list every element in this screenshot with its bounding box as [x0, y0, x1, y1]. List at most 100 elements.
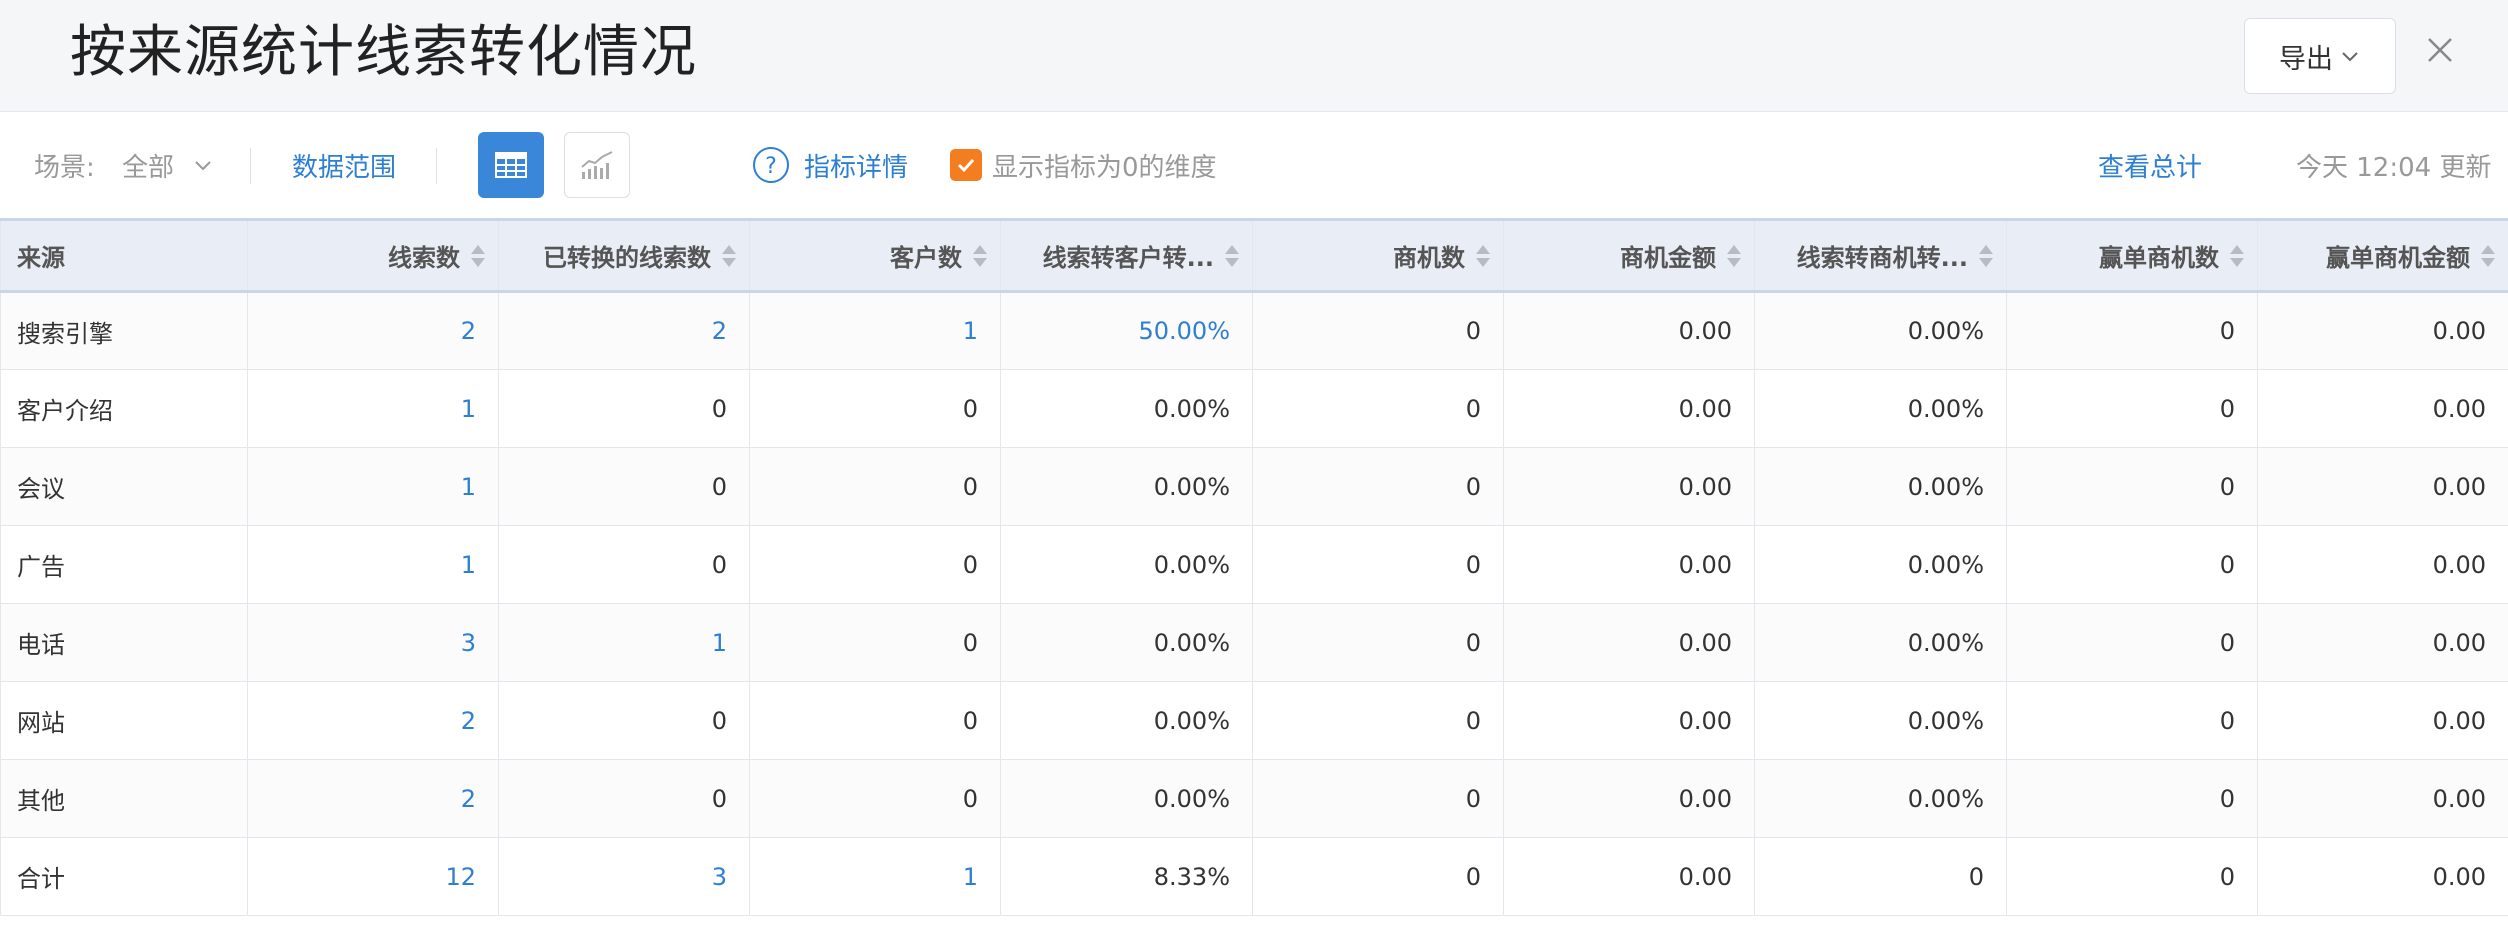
table-cell: 0.00 — [2257, 369, 2508, 448]
table-row: 网站 2 0 0 0.00% 0 0.00 0.00% 0 0.00 — [0, 681, 2508, 760]
sort-icon[interactable] — [1224, 243, 1240, 269]
sort-icon[interactable] — [2229, 243, 2245, 269]
table-cell[interactable]: 50.00% — [1000, 291, 1253, 370]
table-cell: 0 — [498, 447, 750, 526]
table-cell: 0.00 — [1503, 603, 1755, 682]
table-cell[interactable]: 1 — [498, 603, 750, 682]
svg-text:?: ? — [765, 154, 777, 179]
table-cell: 0.00% — [1754, 447, 2007, 526]
column-header-label: 线索转客户转... — [1042, 244, 1214, 272]
chart-view-button[interactable] — [564, 132, 630, 198]
table-cell: 0.00 — [1503, 759, 1755, 838]
table-row: 电话 3 1 0 0.00% 0 0.00 0.00% 0 0.00 — [0, 603, 2508, 682]
column-header-label: 商机数 — [1393, 244, 1465, 272]
table-cell: 0 — [2006, 525, 2258, 604]
column-header[interactable]: 线索转客户转... — [1000, 218, 1253, 293]
table-icon — [495, 152, 527, 178]
sort-icon[interactable] — [1726, 243, 1742, 269]
table-cell: 0 — [749, 369, 1001, 448]
export-button[interactable]: 导出 — [2244, 18, 2396, 94]
table-cell: 会议 — [0, 447, 248, 526]
column-header[interactable]: 已转换的线索数 — [498, 218, 750, 293]
column-header[interactable]: 商机数 — [1252, 218, 1504, 293]
table-cell[interactable]: 3 — [247, 603, 499, 682]
table-cell: 0.00 — [2257, 291, 2508, 370]
column-header: 来源 — [0, 218, 248, 293]
sort-icon[interactable] — [721, 243, 737, 269]
table-cell: 0 — [2006, 759, 2258, 838]
column-header[interactable]: 赢单商机数 — [2006, 218, 2258, 293]
close-button[interactable] — [2416, 26, 2464, 74]
sort-icon[interactable] — [1475, 243, 1491, 269]
table-cell: 0 — [749, 447, 1001, 526]
table-row: 合计 12 3 1 8.33% 0 0.00 0 0 0.00 — [0, 837, 2508, 916]
divider — [250, 148, 251, 184]
table-cell: 0 — [498, 681, 750, 760]
updated-time: 今天 12:04 更新 — [2296, 152, 2492, 183]
table-cell: 0 — [1252, 759, 1504, 838]
table-header: 来源 线索数 已转换的线索数 客户数 线索转客户转... 商机数 商机金额 线索转商机转...… — [0, 218, 2508, 293]
column-header-label: 赢单商机数 — [2099, 244, 2219, 272]
column-header-label: 已转换的线索数 — [543, 244, 711, 272]
column-header-label: 线索数 — [388, 244, 460, 272]
table-cell: 广告 — [0, 525, 248, 604]
scene-label: 场景: — [34, 152, 95, 183]
table-cell: 0.00 — [1503, 525, 1755, 604]
table-cell[interactable]: 2 — [247, 759, 499, 838]
table-cell: 8.33% — [1000, 837, 1253, 916]
table-cell[interactable]: 2 — [247, 681, 499, 760]
view-total-link[interactable]: 查看总计 — [2098, 112, 2202, 218]
table-cell: 0 — [1252, 447, 1504, 526]
table-cell: 客户介绍 — [0, 369, 248, 448]
table-cell[interactable]: 12 — [247, 837, 499, 916]
column-header[interactable]: 赢单商机金额 — [2257, 218, 2508, 293]
table-cell[interactable]: 1 — [247, 525, 499, 604]
table-cell: 0 — [1252, 681, 1504, 760]
close-icon — [2428, 38, 2452, 62]
divider — [436, 148, 437, 184]
table-cell[interactable]: 1 — [749, 291, 1001, 370]
table-cell: 0.00% — [1000, 369, 1253, 448]
sort-icon[interactable] — [1978, 243, 1994, 269]
show-zero-checkbox[interactable]: 显示指标为0的维度 — [950, 112, 1217, 218]
sort-icon[interactable] — [2480, 243, 2496, 269]
sort-icon[interactable] — [470, 243, 486, 269]
table-cell: 0.00 — [1503, 447, 1755, 526]
table-cell[interactable]: 1 — [247, 369, 499, 448]
table-cell: 0.00 — [2257, 759, 2508, 838]
table-cell: 0.00 — [2257, 603, 2508, 682]
column-header[interactable]: 商机金额 — [1503, 218, 1755, 293]
scene-select[interactable]: 全部 — [122, 112, 214, 218]
table-cell: 合计 — [0, 837, 248, 916]
table-cell: 0 — [1252, 525, 1504, 604]
table-cell: 0.00 — [1503, 291, 1755, 370]
data-range-link[interactable]: 数据范围 — [292, 112, 396, 218]
table-cell[interactable]: 2 — [247, 291, 499, 370]
header-row: 来源 线索数 已转换的线索数 客户数 线索转客户转... 商机数 商机金额 线索转商机转...… — [0, 218, 2508, 293]
column-header-label: 客户数 — [890, 244, 962, 272]
table-view-button[interactable] — [478, 132, 544, 198]
table-cell[interactable]: 1 — [749, 837, 1001, 916]
table-cell[interactable]: 3 — [498, 837, 750, 916]
checkbox-checked[interactable] — [950, 149, 982, 181]
table-row: 会议 1 0 0 0.00% 0 0.00 0.00% 0 0.00 — [0, 447, 2508, 526]
page-title: 按来源统计线索转化情况 — [70, 20, 697, 85]
title-bar: 按来源统计线索转化情况 导出 — [0, 0, 2508, 112]
chevron-down-icon — [2342, 52, 2358, 62]
sort-icon[interactable] — [972, 243, 988, 269]
column-header[interactable]: 线索数 — [247, 218, 499, 293]
metric-detail-link[interactable]: ? 指标详情 — [752, 112, 908, 218]
table-row: 搜索引擎 2 2 1 50.00% 0 0.00 0.00% 0 0.00 — [0, 291, 2508, 370]
table-cell: 0.00 — [1503, 837, 1755, 916]
column-header[interactable]: 线索转商机转... — [1754, 218, 2007, 293]
table-cell: 0 — [498, 759, 750, 838]
table-cell: 0.00% — [1754, 681, 2007, 760]
table-cell[interactable]: 1 — [247, 447, 499, 526]
table-row: 其他 2 0 0 0.00% 0 0.00 0.00% 0 0.00 — [0, 759, 2508, 838]
table-cell[interactable]: 2 — [498, 291, 750, 370]
table-cell: 搜索引擎 — [0, 291, 248, 370]
column-header-label: 商机金额 — [1620, 244, 1716, 272]
column-header[interactable]: 客户数 — [749, 218, 1001, 293]
table-cell: 0 — [2006, 369, 2258, 448]
table-cell: 0.00% — [1000, 603, 1253, 682]
